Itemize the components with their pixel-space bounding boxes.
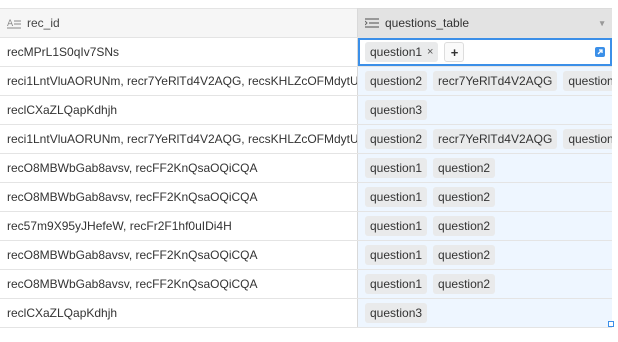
- chip-label: question2: [438, 219, 491, 233]
- questions-table-cell[interactable]: question1 question2: [357, 212, 612, 240]
- linked-record-chip[interactable]: question3: [365, 303, 428, 323]
- table-row: recO8MBWbGab8avsv, recFF2KnQsaOQiCQA ques…: [0, 182, 612, 211]
- linked-record-chip[interactable]: question1: [365, 216, 428, 236]
- questions-table-cell[interactable]: question1 question2: [357, 241, 612, 269]
- rec-id-cell[interactable]: reclCXaZLQapKdhjh: [0, 299, 357, 327]
- linked-record-chip[interactable]: question2: [433, 216, 496, 236]
- linked-record-chip[interactable]: question3: [563, 71, 612, 91]
- questions-table-cell[interactable]: question3: [357, 96, 612, 124]
- rec-id-cell[interactable]: reclCXaZLQapKdhjh: [0, 96, 357, 124]
- text-field-icon: A: [7, 16, 21, 30]
- table-row: recO8MBWbGab8avsv, recFF2KnQsaOQiCQA ques…: [0, 153, 612, 182]
- linked-record-chip[interactable]: question2: [433, 158, 496, 178]
- linked-record-chip[interactable]: question2: [433, 245, 496, 265]
- linked-record-chip[interactable]: question2: [433, 274, 496, 294]
- chevron-down-icon[interactable]: ▼: [598, 19, 606, 28]
- chip-label: question1: [370, 248, 423, 262]
- questions-table-cell[interactable]: question1 × +: [357, 38, 612, 66]
- chip-label: question2: [438, 190, 491, 204]
- linked-record-chip[interactable]: question1: [365, 274, 428, 294]
- chip-label: question3: [568, 74, 612, 88]
- table-row: reclCXaZLQapKdhjh question3: [0, 95, 612, 124]
- chip-label: question2: [438, 248, 491, 262]
- questions-table-cell[interactable]: question1 question2: [357, 270, 612, 298]
- table-row: recMPrL1S0qIv7SNs question1 × +: [0, 37, 612, 66]
- table-row: recO8MBWbGab8avsv, recFF2KnQsaOQiCQA ques…: [0, 240, 612, 269]
- linked-record-chip[interactable]: question2: [433, 187, 496, 207]
- table-row: reclCXaZLQapKdhjh question3: [0, 298, 612, 328]
- column-header-questions-table[interactable]: questions_table ▼: [357, 8, 612, 37]
- linked-record-chip[interactable]: question2: [365, 129, 428, 149]
- add-linked-record-button[interactable]: +: [444, 42, 465, 62]
- linked-record-chip[interactable]: question1: [365, 245, 428, 265]
- rec-id-cell[interactable]: reci1LntVluAORUNm, recr7YeRlTd4V2AQG, re…: [0, 67, 357, 95]
- rec-id-cell[interactable]: recO8MBWbGab8avsv, recFF2KnQsaOQiCQA: [0, 241, 357, 269]
- questions-table-cell[interactable]: question2 recr7YeRlTd4V2AQG question3: [357, 125, 612, 153]
- chip-label: question1: [370, 219, 423, 233]
- chip-label: question1: [370, 190, 423, 204]
- table-row: recO8MBWbGab8avsv, recFF2KnQsaOQiCQA ques…: [0, 269, 612, 298]
- questions-table-cell[interactable]: question2 recr7YeRlTd4V2AQG question3: [357, 67, 612, 95]
- column-header-rec-id[interactable]: A rec_id ▼: [0, 8, 606, 37]
- linked-record-chip[interactable]: recr7YeRlTd4V2AQG: [433, 129, 558, 149]
- chip-label: question2: [438, 277, 491, 291]
- table-row: rec57m9X95yJHefeW, recFr2F1hf0uIDi4H ques…: [0, 211, 612, 240]
- chip-label: question1: [370, 277, 423, 291]
- questions-table-cell[interactable]: question1 question2: [357, 183, 612, 211]
- linked-record-chip[interactable]: question2: [365, 71, 428, 91]
- rec-id-cell[interactable]: reci1LntVluAORUNm, recr7YeRlTd4V2AQG, re…: [0, 125, 357, 153]
- chip-label: recr7YeRlTd4V2AQG: [438, 74, 553, 88]
- linked-record-chip[interactable]: question3: [365, 100, 428, 120]
- linked-record-chip[interactable]: question3: [563, 129, 612, 149]
- chip-label: question3: [568, 132, 612, 146]
- header-row: A rec_id ▼ questions_table ▼: [0, 8, 612, 37]
- column-name: questions_table: [385, 16, 470, 30]
- chip-label: recr7YeRlTd4V2AQG: [438, 132, 553, 146]
- chip-label: question1: [370, 45, 423, 59]
- table-row: reci1LntVluAORUNm, recr7YeRlTd4V2AQG, re…: [0, 124, 612, 153]
- fill-handle[interactable]: [608, 321, 614, 327]
- rec-id-cell[interactable]: rec57m9X95yJHefeW, recFr2F1hf0uIDi4H: [0, 212, 357, 240]
- chip-label: question2: [370, 74, 423, 88]
- linked-record-chip[interactable]: question1 ×: [365, 42, 439, 62]
- linked-record-chip[interactable]: recr7YeRlTd4V2AQG: [433, 71, 558, 91]
- data-grid: A rec_id ▼ questions_table ▼ recMPrL1S0q…: [0, 8, 612, 328]
- table-row: reci1LntVluAORUNm, recr7YeRlTd4V2AQG, re…: [0, 66, 612, 95]
- rec-id-cell[interactable]: recO8MBWbGab8avsv, recFF2KnQsaOQiCQA: [0, 154, 357, 182]
- linked-record-chip[interactable]: question1: [365, 158, 428, 178]
- rec-id-cell[interactable]: recMPrL1S0qIv7SNs: [0, 38, 357, 66]
- chip-label: question2: [370, 132, 423, 146]
- rec-id-cell[interactable]: recO8MBWbGab8avsv, recFF2KnQsaOQiCQA: [0, 183, 357, 211]
- linked-record-chip[interactable]: question1: [365, 187, 428, 207]
- questions-table-cell[interactable]: question1 question2: [357, 154, 612, 182]
- expand-cell-icon[interactable]: [595, 47, 605, 57]
- chip-label: question3: [370, 306, 423, 320]
- remove-chip-icon[interactable]: ×: [427, 46, 433, 58]
- rec-id-cell[interactable]: recO8MBWbGab8avsv, recFF2KnQsaOQiCQA: [0, 270, 357, 298]
- linked-record-icon: [365, 16, 379, 30]
- chip-label: question3: [370, 103, 423, 117]
- questions-table-cell[interactable]: question3: [357, 299, 612, 327]
- chip-label: question2: [438, 161, 491, 175]
- column-name: rec_id: [27, 16, 60, 30]
- chip-label: question1: [370, 161, 423, 175]
